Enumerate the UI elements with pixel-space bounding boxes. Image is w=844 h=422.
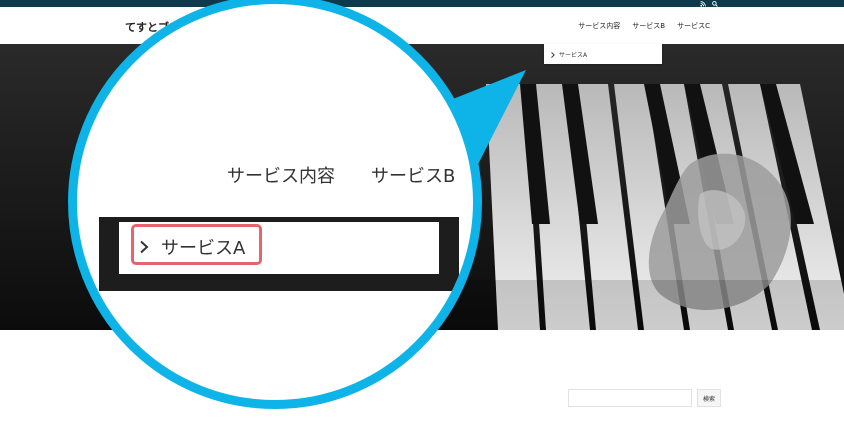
highlight-box xyxy=(131,224,262,265)
zoom-nav-item-services: サービス内容 xyxy=(227,166,335,187)
zoom-nav: サービス内容 サービスB xyxy=(227,162,455,188)
zoom-nav-item-service-b: サービスB xyxy=(371,166,456,187)
zoom-callout: サービス内容 サービスB サービスA xyxy=(68,0,482,409)
